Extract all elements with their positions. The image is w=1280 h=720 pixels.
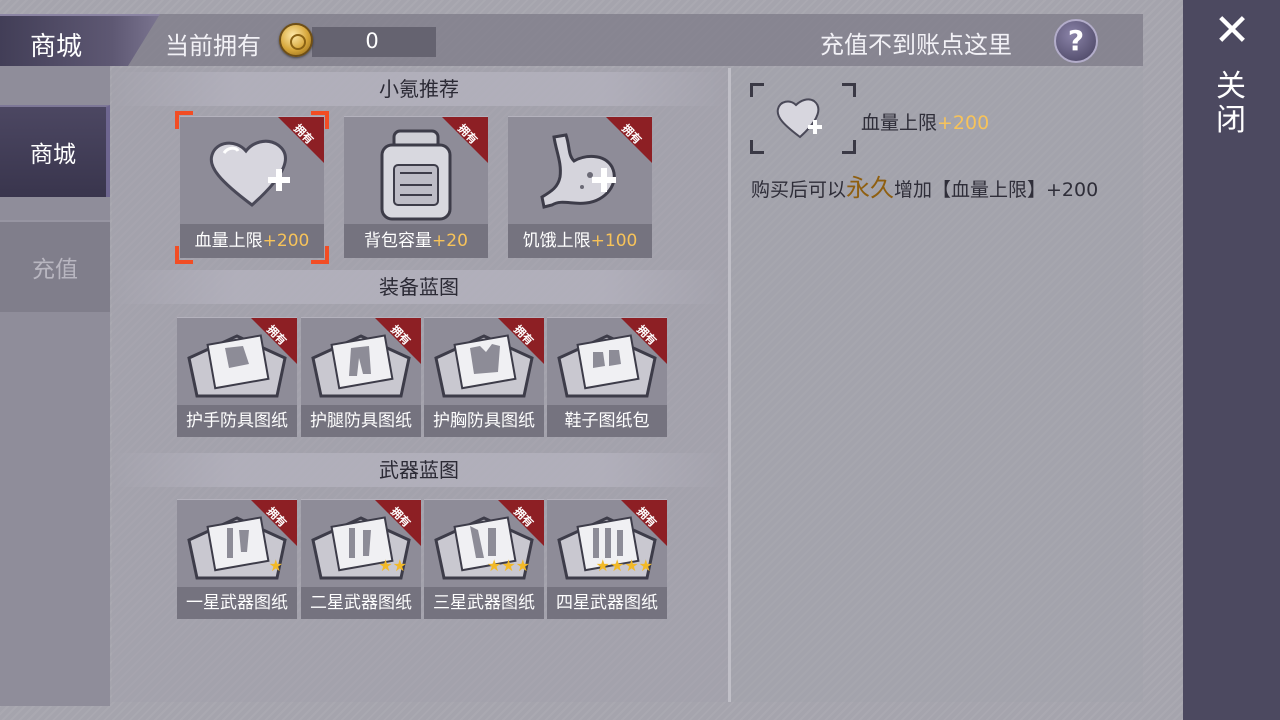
item-label: 一星武器图纸 — [177, 587, 297, 619]
currency-value: 0 — [365, 29, 379, 53]
owned-badge: 拥有 — [375, 500, 421, 546]
sidebar-item-label: 商城 — [30, 142, 76, 168]
star-rating: ★ — [268, 556, 283, 575]
owned-badge: 拥有 — [442, 117, 488, 163]
shop-item-backpack-capacity[interactable]: 拥有 背包容量+20 — [344, 116, 488, 258]
coin-icon — [279, 23, 313, 57]
detail-item-name: 血量上限+200 — [861, 112, 990, 134]
item-label: 护胸防具图纸 — [424, 405, 544, 437]
owned-badge: 拥有 — [621, 318, 667, 364]
selection-corner — [311, 111, 329, 129]
shop-item-one-star-weapon-blueprint[interactable]: ★ 拥有 一星武器图纸 — [177, 499, 297, 619]
shop-item-leg-blueprint[interactable]: 拥有 护腿防具图纸 — [301, 317, 421, 437]
owned-badge: 拥有 — [606, 117, 652, 163]
star-rating: ★★★★ — [595, 556, 653, 575]
owned-badge: 拥有 — [375, 318, 421, 364]
section-title-recommended: 小氪推荐 — [112, 72, 726, 106]
star-rating: ★★ — [378, 556, 407, 575]
shop-item-four-star-weapon-blueprint[interactable]: ★★★★ 拥有 四星武器图纸 — [547, 499, 667, 619]
item-label: 鞋子图纸包 — [547, 405, 667, 437]
selection-corner — [175, 111, 193, 129]
selection-corner — [175, 246, 193, 264]
item-label: 护腿防具图纸 — [301, 405, 421, 437]
shop-item-glove-blueprint[interactable]: 拥有 护手防具图纸 — [177, 317, 297, 437]
item-label: 背包容量+20 — [344, 224, 488, 258]
section-title-equipment-blueprints: 装备蓝图 — [112, 270, 726, 304]
close-label[interactable]: 关闭 — [1213, 70, 1249, 138]
detail-frame-corner — [842, 140, 856, 154]
shop-item-two-star-weapon-blueprint[interactable]: ★★ 拥有 二星武器图纸 — [301, 499, 421, 619]
sidebar-item-shop[interactable]: 商城 — [0, 105, 110, 197]
item-label: 护手防具图纸 — [177, 405, 297, 437]
detail-description: 购买后可以永久增加【血量上限】+200 — [751, 174, 1099, 202]
help-icon[interactable]: ? — [1054, 19, 1098, 63]
sidebar-item-label: 充值 — [32, 257, 78, 283]
shop-item-three-star-weapon-blueprint[interactable]: ★★★ 拥有 三星武器图纸 — [424, 499, 544, 619]
shop-item-chest-blueprint[interactable]: 拥有 护胸防具图纸 — [424, 317, 544, 437]
detail-frame-corner — [750, 140, 764, 154]
item-detail-panel — [731, 68, 1143, 702]
sidebar-item-recharge[interactable]: 充值 — [0, 220, 110, 312]
star-rating: ★★★ — [486, 556, 530, 575]
item-label: 二星武器图纸 — [301, 587, 421, 619]
item-label: 三星武器图纸 — [424, 587, 544, 619]
owned-badge: 拥有 — [251, 500, 297, 546]
shop-item-hunger-cap[interactable]: 拥有 饥饿上限+100 — [508, 116, 652, 258]
item-label: 四星武器图纸 — [547, 587, 667, 619]
item-label: 饥饿上限+100 — [508, 224, 652, 258]
heart-plus-icon — [776, 98, 822, 139]
item-label: 血量上限+200 — [180, 224, 324, 258]
detail-frame-corner — [750, 83, 764, 97]
shop-item-shoe-blueprint[interactable]: 拥有 鞋子图纸包 — [547, 317, 667, 437]
section-title-weapon-blueprints: 武器蓝图 — [112, 453, 726, 487]
close-icon[interactable]: ✕ — [1209, 8, 1255, 54]
selection-corner — [311, 246, 329, 264]
owned-badge: 拥有 — [498, 500, 544, 546]
owned-badge: 拥有 — [498, 318, 544, 364]
currency-label: 当前拥有 — [165, 32, 261, 60]
detail-frame-corner — [842, 83, 856, 97]
owned-badge: 拥有 — [621, 500, 667, 546]
recharge-help-link[interactable]: 充值不到账点这里 — [820, 25, 1012, 60]
owned-badge: 拥有 — [251, 318, 297, 364]
shop-title: 商城 — [30, 32, 83, 62]
shop-item-health-cap[interactable]: 拥有 血量上限+200 — [180, 116, 324, 258]
